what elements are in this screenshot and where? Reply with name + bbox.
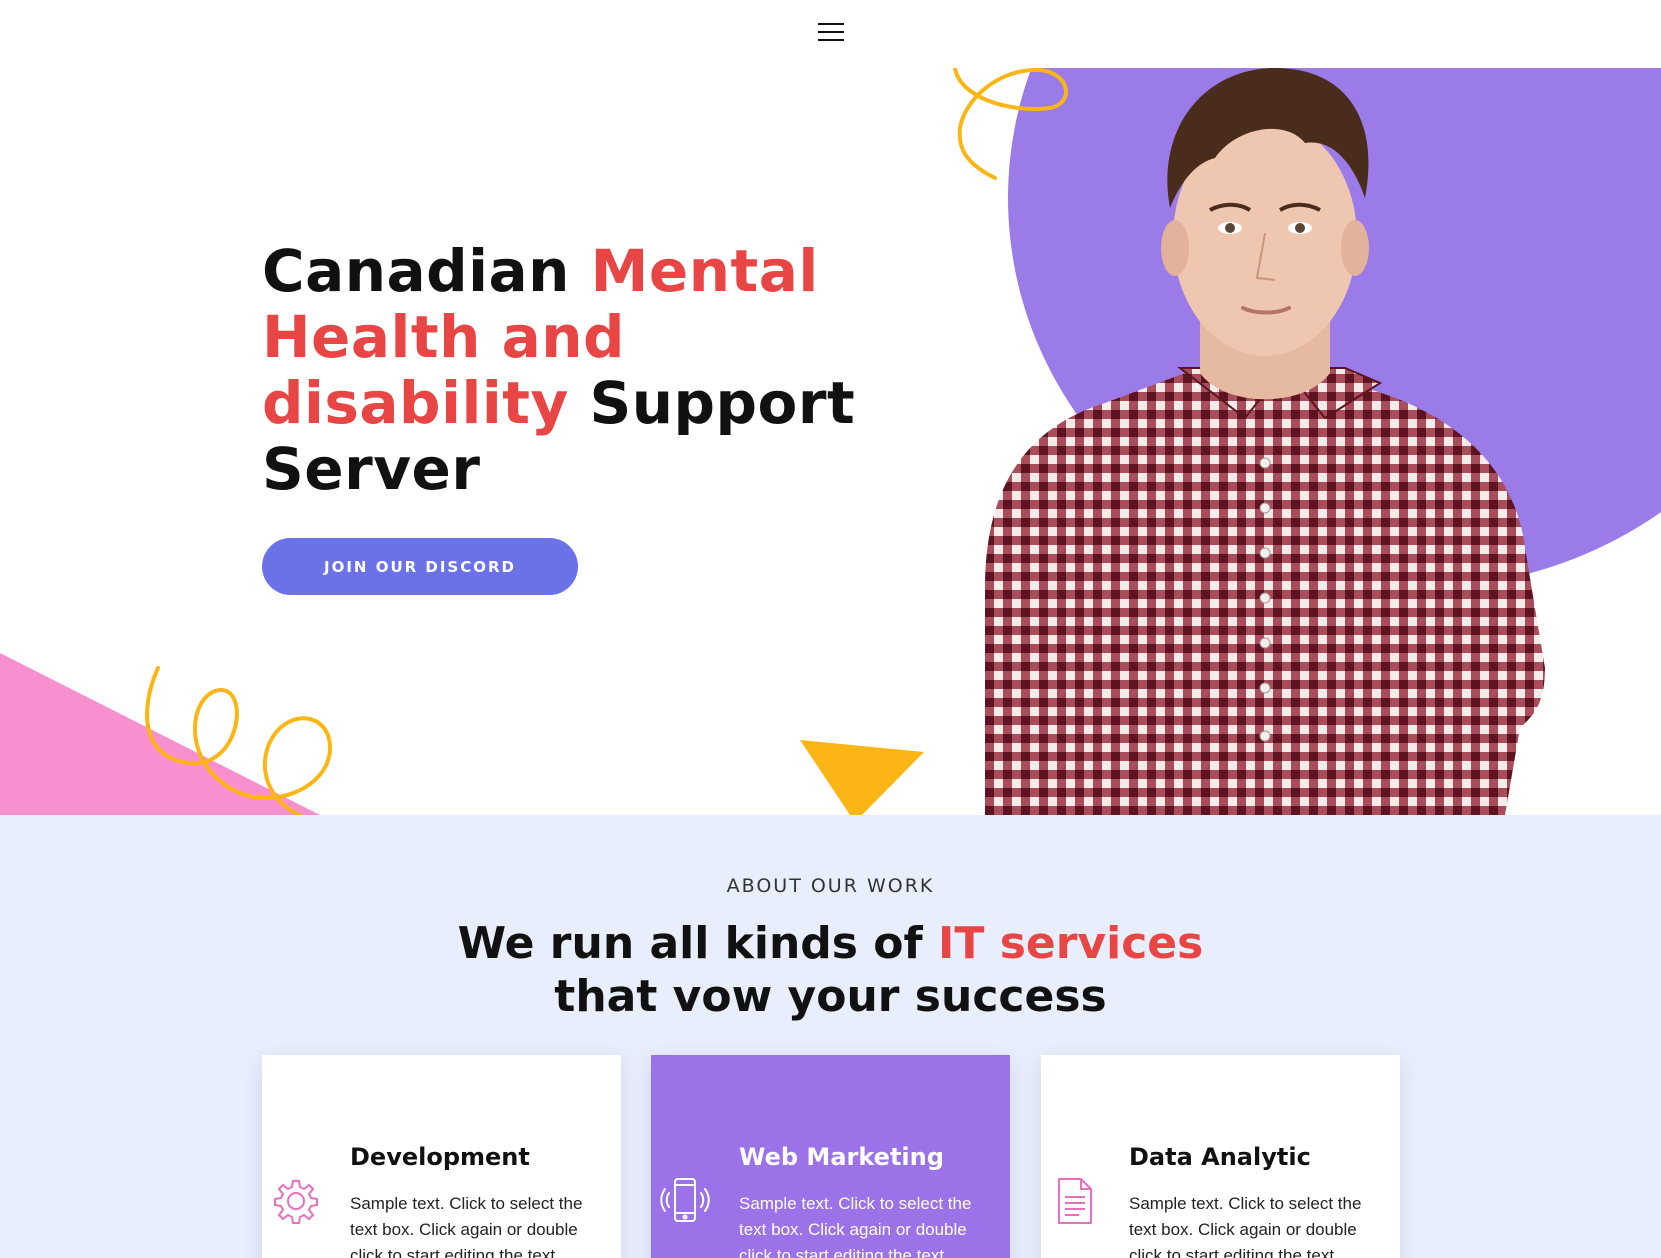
service-card-data-analytic[interactable]: Data Analytic Sample text. Click to sele… — [1041, 1055, 1400, 1258]
top-bar — [0, 0, 1661, 68]
section-title-part2: that vow your success — [554, 971, 1107, 1022]
service-card-web-marketing[interactable]: Web Marketing Sample text. Click to sele… — [651, 1055, 1010, 1258]
gear-icon — [274, 1180, 318, 1224]
card-title: Data Analytic — [1129, 1143, 1311, 1171]
hero-section: Canadian Mental Health and disability Su… — [0, 68, 1661, 815]
hero-title: Canadian Mental Health and disability Su… — [262, 238, 882, 502]
section-title: We run all kinds of IT services that vow… — [0, 917, 1661, 1023]
card-title: Development — [350, 1143, 530, 1171]
hero-title-part1: Canadian — [262, 237, 591, 305]
card-text: Sample text. Click to select the text bo… — [350, 1194, 583, 1258]
yellow-triangle-decoration — [800, 740, 924, 815]
hamburger-menu-icon[interactable] — [818, 20, 846, 44]
man-in-checkered-shirt-photo — [985, 68, 1545, 815]
service-card-development[interactable]: Development Sample text. Click to select… — [262, 1055, 621, 1258]
card-text: Sample text. Click to select the text bo… — [1129, 1194, 1362, 1258]
card-title: Web Marketing — [739, 1143, 944, 1171]
document-icon — [1058, 1178, 1092, 1224]
section-title-accent: IT services — [938, 918, 1204, 969]
section-eyebrow: ABOUT OUR WORK — [726, 875, 935, 897]
section-title-part1: We run all kinds of — [457, 918, 938, 969]
service-cards: Development Sample text. Click to select… — [262, 1055, 1402, 1258]
about-section: ABOUT OUR WORK We run all kinds of IT se… — [0, 815, 1661, 1258]
join-discord-button[interactable]: JOIN OUR DISCORD — [262, 538, 578, 595]
smartphone-icon — [660, 1178, 710, 1222]
card-text: Sample text. Click to select the text bo… — [739, 1194, 972, 1258]
